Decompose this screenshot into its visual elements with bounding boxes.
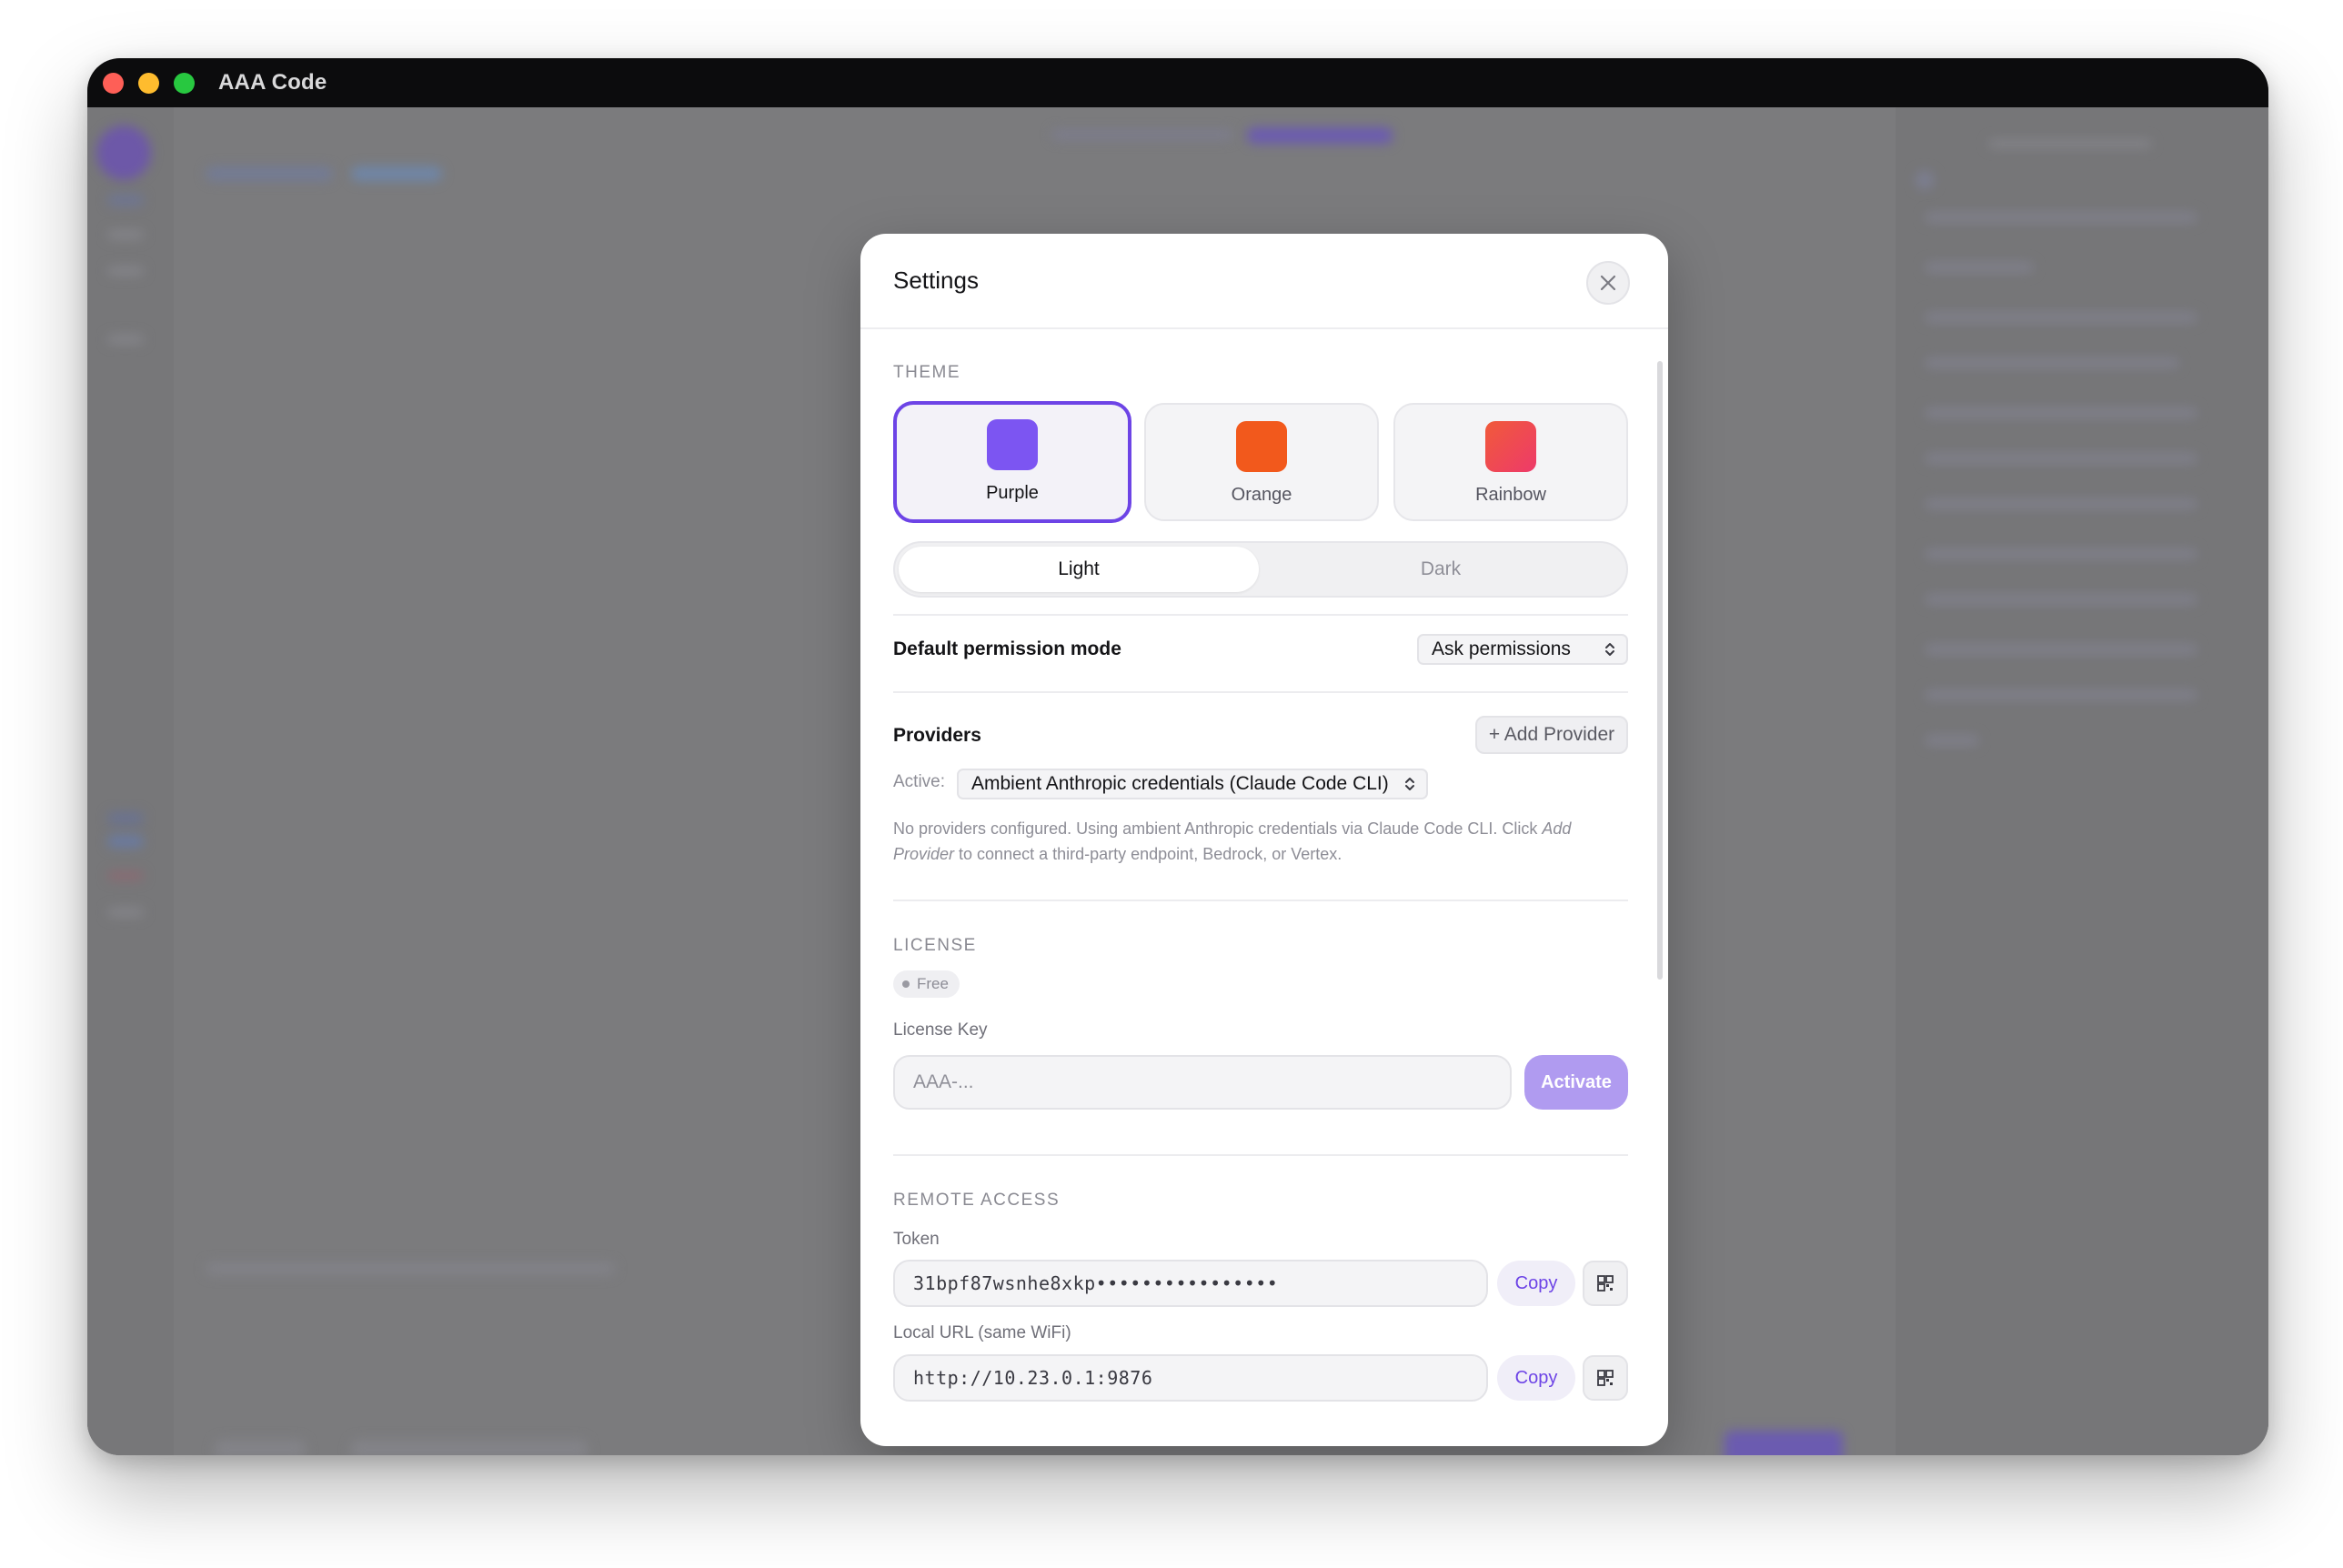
divider <box>893 691 1628 693</box>
close-window-button[interactable] <box>103 73 124 94</box>
rainbow-swatch <box>1485 421 1536 472</box>
license-key-label: License Key <box>893 1020 988 1040</box>
active-provider-select[interactable]: Ambient Anthropic credentials (Claude Co… <box>957 769 1428 799</box>
minimize-window-button[interactable] <box>138 73 159 94</box>
close-icon <box>1600 275 1616 291</box>
title-bar: AAA Code <box>87 58 2268 107</box>
token-label: Token <box>893 1230 940 1249</box>
token-value: 31bpf87wsnhe8xkp•••••••••••••••• <box>913 1272 1279 1294</box>
remote-access-section-label: REMOTE ACCESS <box>893 1191 1061 1210</box>
blurred-right-panel <box>1896 107 2268 1455</box>
purple-swatch <box>987 419 1038 470</box>
divider <box>893 614 1628 616</box>
qr-code-icon <box>1597 1370 1614 1386</box>
license-status-badge: Free <box>893 970 960 998</box>
theme-section-label: THEME <box>893 363 960 382</box>
theme-option-label: Purple <box>986 483 1039 503</box>
orange-swatch <box>1236 421 1287 472</box>
theme-option-rainbow[interactable]: Rainbow <box>1393 403 1628 521</box>
divider <box>893 1154 1628 1156</box>
theme-option-label: Rainbow <box>1475 485 1546 505</box>
local-url-value: http://10.23.0.1:9876 <box>913 1367 1153 1389</box>
window-title: AAA Code <box>218 70 327 95</box>
close-settings-button[interactable] <box>1586 261 1630 305</box>
settings-modal: Settings THEME Purple Orange Rainbow Lig… <box>860 234 1668 1446</box>
copy-local-url-button[interactable]: Copy <box>1497 1355 1575 1401</box>
permission-mode-label: Default permission mode <box>893 638 1121 659</box>
theme-option-purple[interactable]: Purple <box>893 401 1131 523</box>
license-status-text: Free <box>917 975 949 992</box>
active-provider-value: Ambient Anthropic credentials (Claude Co… <box>971 773 1389 794</box>
providers-label: Providers <box>893 725 981 746</box>
local-url-qr-button[interactable] <box>1583 1355 1628 1401</box>
modal-title: Settings <box>893 266 979 294</box>
divider <box>893 900 1628 901</box>
permission-mode-select[interactable]: Ask permissions <box>1417 634 1628 665</box>
select-chevron-icon <box>1605 643 1614 656</box>
blurred-sidebar-rail <box>87 107 174 1455</box>
local-url-field[interactable]: http://10.23.0.1:9876 <box>893 1354 1488 1402</box>
theme-option-label: Orange <box>1231 485 1292 505</box>
providers-note: No providers configured. Using ambient A… <box>893 819 1572 863</box>
copy-token-button[interactable]: Copy <box>1497 1261 1575 1306</box>
active-provider-label: Active: <box>893 772 946 791</box>
license-key-placeholder: AAA-... <box>913 1071 974 1092</box>
activate-license-button[interactable]: Activate <box>1524 1055 1628 1110</box>
permission-mode-value: Ask permissions <box>1432 638 1571 659</box>
theme-option-orange[interactable]: Orange <box>1144 403 1379 521</box>
select-chevron-icon <box>1405 778 1414 790</box>
license-section-label: LICENSE <box>893 936 977 955</box>
app-window: AAA Code Settings THEME Purple Orange Ra… <box>87 58 2268 1455</box>
dark-mode-option[interactable]: Dark <box>1261 547 1621 592</box>
qr-code-icon <box>1597 1275 1614 1292</box>
add-provider-button[interactable]: + Add Provider <box>1475 716 1628 754</box>
modal-scrollbar[interactable] <box>1657 361 1663 980</box>
appearance-mode-toggle: Light Dark <box>893 541 1628 598</box>
status-dot-icon <box>902 980 910 988</box>
token-qr-button[interactable] <box>1583 1261 1628 1306</box>
local-url-label: Local URL (same WiFi) <box>893 1323 1071 1342</box>
modal-header: Settings <box>860 234 1668 329</box>
light-mode-option[interactable]: Light <box>899 547 1259 592</box>
license-key-input[interactable]: AAA-... <box>893 1055 1512 1110</box>
maximize-window-button[interactable] <box>174 73 195 94</box>
token-field[interactable]: 31bpf87wsnhe8xkp•••••••••••••••• <box>893 1260 1488 1307</box>
